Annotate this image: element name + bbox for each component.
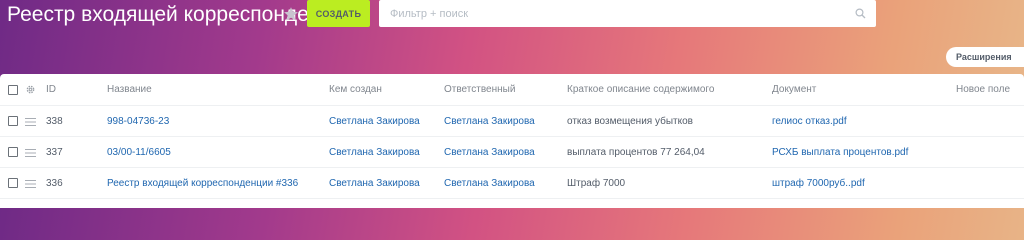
column-header-created-by[interactable]: Кем создан [329,74,382,105]
drag-handle-icon[interactable] [25,180,36,188]
row-checkbox[interactable] [8,178,18,188]
row-responsible-link[interactable]: Светлана Закирова [444,168,535,198]
row-responsible-link[interactable]: Светлана Закирова [444,106,535,136]
search-icon[interactable] [855,8,866,19]
column-header-id[interactable]: ID [46,74,56,105]
row-document-link[interactable]: штраф 7000руб..pdf [772,168,865,198]
row-description: выплата процентов 77 264,04 [567,146,705,158]
create-button[interactable]: СОЗДАТЬ [307,0,370,27]
grid-header-row: ID Название Кем создан Ответственный Кра… [0,74,1024,106]
row-document-link[interactable]: РСХБ выплата процентов.pdf [772,137,908,167]
column-header-description[interactable]: Краткое описание содержимого [567,74,714,105]
row-id: 338 [46,115,63,127]
row-responsible-link[interactable]: Светлана Закирова [444,137,535,167]
row-description: отказ возмещения убытков [567,115,693,127]
column-header-document[interactable]: Документ [772,74,816,105]
row-name-link[interactable]: 998-04736-23 [107,106,169,136]
row-created-by-link[interactable]: Светлана Закирова [329,168,420,198]
row-document-link[interactable]: гелиос отказ.pdf [772,106,847,136]
column-header-new-field[interactable]: Новое поле [956,74,1010,105]
data-grid: ID Название Кем создан Ответственный Кра… [0,74,1024,208]
row-id: 337 [46,146,63,158]
row-checkbox[interactable] [8,116,18,126]
select-all-checkbox[interactable] [8,85,18,95]
row-checkbox[interactable] [8,147,18,157]
column-header-responsible[interactable]: Ответственный [444,74,515,105]
row-name-link[interactable]: Реестр входящей корреспонденции #336 [107,168,298,198]
drag-handle-icon[interactable] [25,118,36,126]
row-name-link[interactable]: 03/00-11/6605 [107,137,171,167]
search-input[interactable] [390,0,830,27]
row-created-by-link[interactable]: Светлана Закирова [329,137,420,167]
extensions-button[interactable]: Расширения [946,47,1024,67]
gear-icon[interactable] [25,84,36,95]
row-description: Штраф 7000 [567,177,626,189]
page-header: Реестр входящей корреспонденции СОЗДАТЬ … [0,0,1024,74]
row-id: 336 [46,177,63,189]
table-row[interactable]: 336 Реестр входящей корреспонденции #336… [0,168,1024,199]
search-box [379,0,876,27]
table-row[interactable]: 337 03/00-11/6605 Светлана Закирова Свет… [0,137,1024,168]
page-title: Реестр входящей корреспонденции [7,3,356,26]
row-created-by-link[interactable]: Светлана Закирова [329,106,420,136]
column-header-name[interactable]: Название [107,74,152,105]
star-icon[interactable] [283,6,299,22]
table-row[interactable]: 338 998-04736-23 Светлана Закирова Светл… [0,106,1024,137]
drag-handle-icon[interactable] [25,149,36,157]
